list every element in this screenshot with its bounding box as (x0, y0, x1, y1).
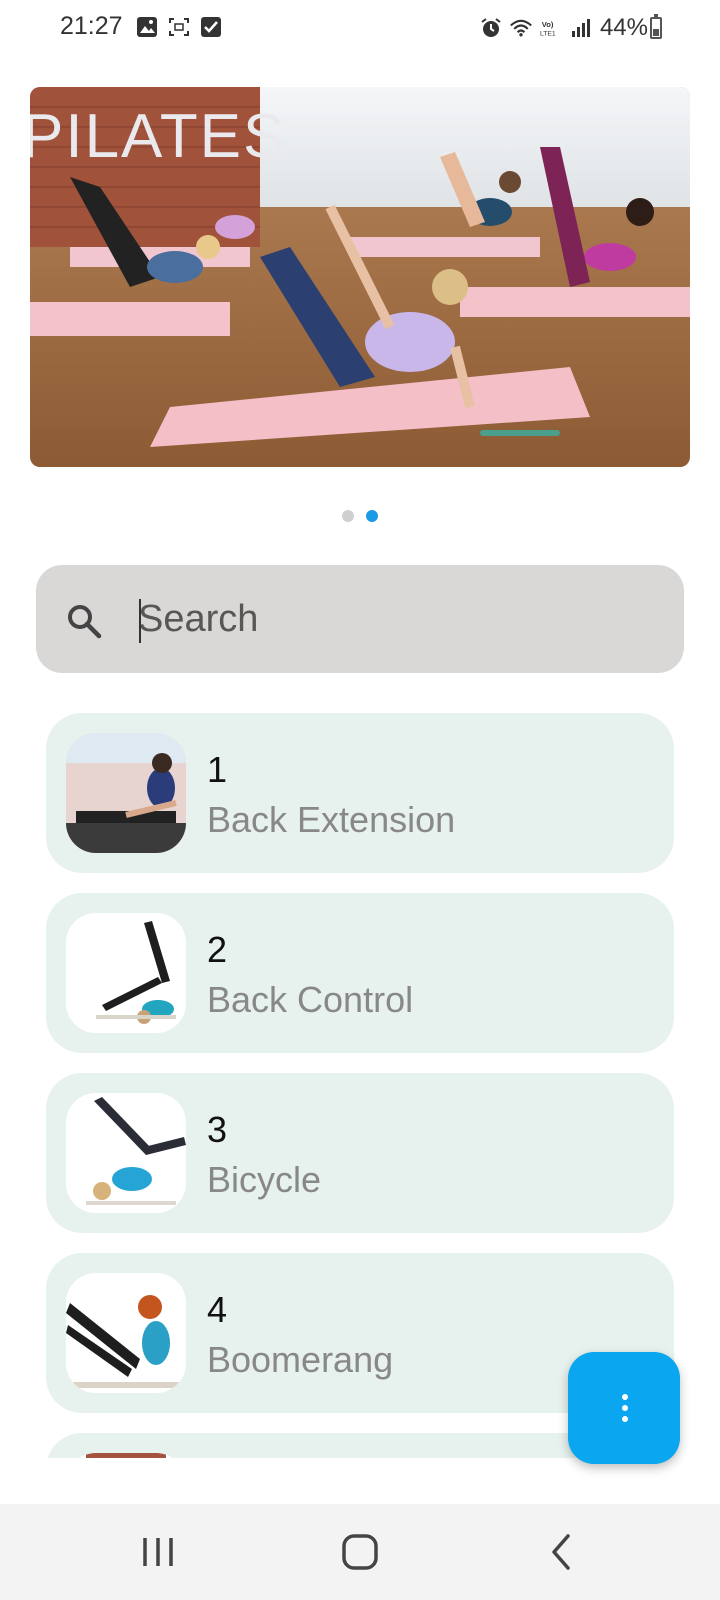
list-item[interactable]: 3 Bicycle (46, 1073, 674, 1233)
more-options-button[interactable] (568, 1352, 680, 1464)
exercise-name: Back Extension (207, 799, 456, 840)
volte-icon: Vo) LTE1 (540, 20, 556, 38)
status-system-icons: Vo) LTE1 44% (480, 14, 648, 42)
home-icon[interactable] (338, 1530, 382, 1574)
status-bar: 21:27 Vo) LTE1 44% (0, 0, 720, 56)
exercise-thumbnail (66, 733, 186, 853)
wifi-icon (510, 19, 532, 37)
search-bar[interactable] (36, 565, 684, 673)
battery-percentage: 44% (599, 14, 648, 41)
search-icon (68, 605, 102, 639)
exercise-number: 4 (207, 1289, 228, 1330)
exercise-name: Boomerang (207, 1339, 394, 1380)
text-cursor (139, 599, 141, 643)
exercise-name: Bicycle (207, 1159, 322, 1200)
battery-icon (650, 14, 662, 39)
carousel-indicator (0, 510, 720, 522)
recent-apps-icon[interactable] (136, 1530, 180, 1574)
screenshot-icon (169, 18, 189, 36)
exercise-name: Back Control (207, 979, 414, 1020)
system-nav-bar (0, 1504, 720, 1600)
exercise-thumbnail (66, 913, 186, 1033)
exercise-thumbnail (66, 1093, 186, 1213)
exercise-list[interactable]: 1 Back Extension 2 Back Control 3 Bicycl… (46, 713, 676, 1458)
checkbox-icon (201, 17, 221, 37)
exercise-thumbnail (66, 1453, 186, 1458)
image-icon (137, 17, 157, 37)
status-time: 21:27 (60, 12, 123, 40)
exercise-thumbnail (66, 1273, 186, 1393)
more-vert-icon (622, 1394, 628, 1427)
status-notification-icons (136, 16, 222, 38)
svg-text:LTE1: LTE1 (540, 31, 556, 38)
exercise-number: 2 (207, 929, 228, 970)
carousel-dot-2-active[interactable] (366, 510, 378, 522)
svg-text:Vo): Vo) (542, 20, 554, 29)
carousel-dot-1[interactable] (342, 510, 354, 522)
exercise-number: 1 (207, 749, 228, 790)
exercise-number: 3 (207, 1109, 228, 1150)
back-icon[interactable] (540, 1530, 584, 1574)
banner-carousel[interactable]: PILATES (30, 87, 690, 467)
list-item[interactable]: 1 Back Extension (46, 713, 674, 873)
banner-caption: PILATES (30, 102, 286, 171)
signal-icon (571, 19, 590, 37)
search-input[interactable] (138, 591, 638, 647)
banner-image: PILATES (30, 87, 690, 467)
list-item[interactable]: 2 Back Control (46, 893, 674, 1053)
alarm-icon (481, 18, 501, 37)
